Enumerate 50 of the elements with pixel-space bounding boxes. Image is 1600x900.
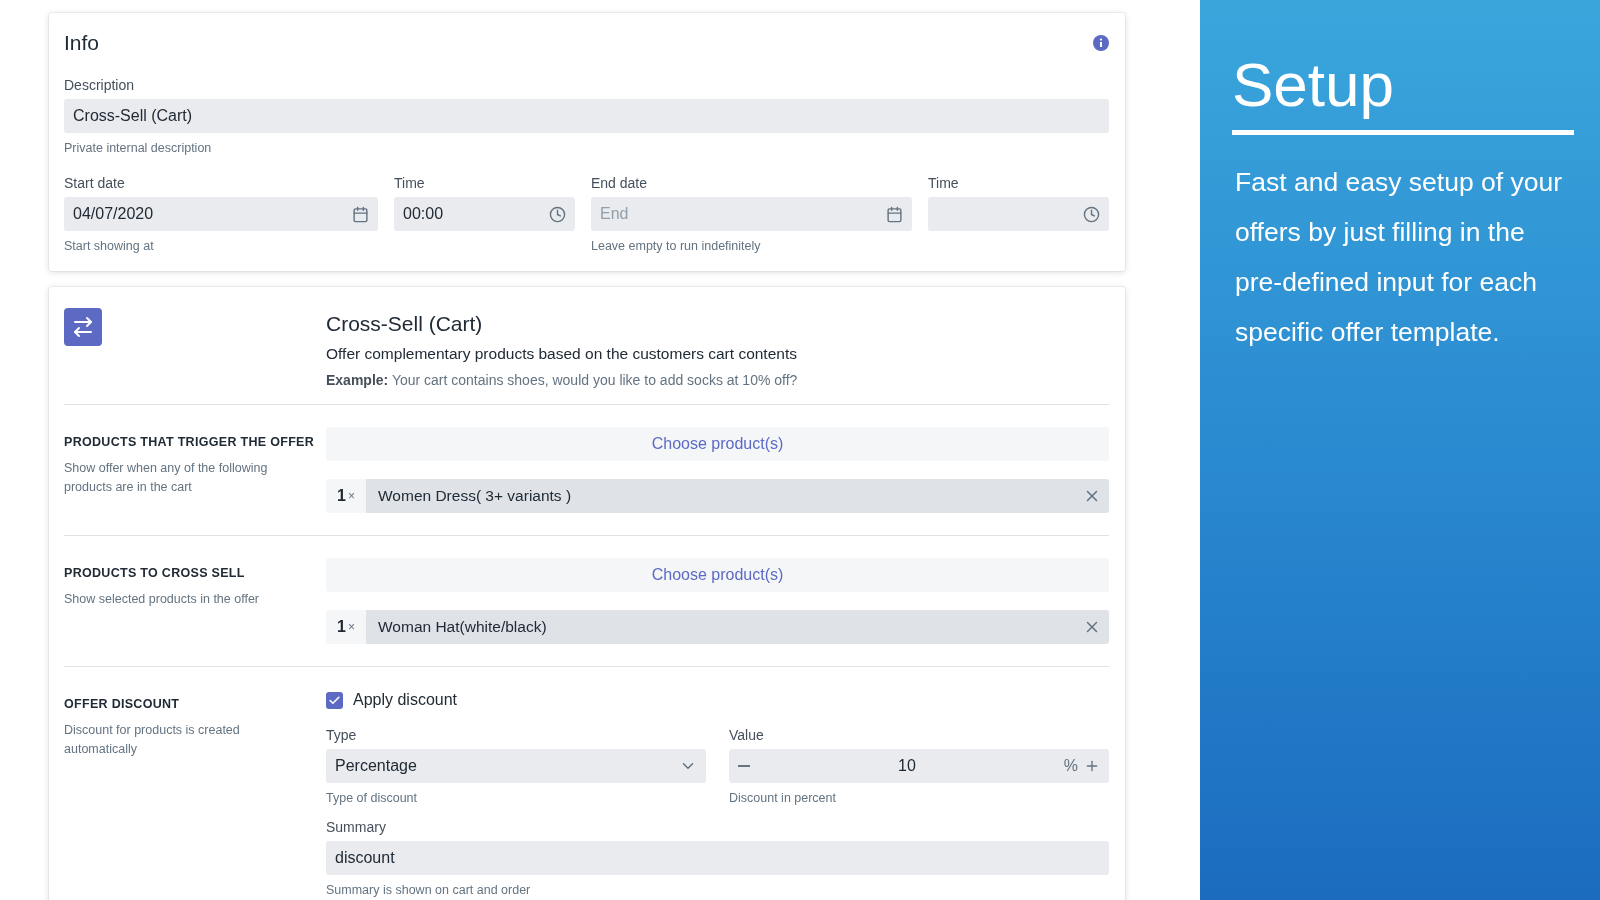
offer-example: Example: Your cart contains shoes, would you like to add socks at 10% off? [326,372,799,388]
checkmark-icon [328,693,341,707]
description-field[interactable]: Cross-Sell (Cart) [64,99,1109,133]
time-field[interactable]: 00:00 [394,197,575,231]
section-description: Show selected products in the offer [64,591,261,608]
promo-text: Fast and easy setup of your offers by just filling in the pre-defined input for each specific offer template. [1235,166,1564,350]
offer-title: Cross-Sell (Cart) [326,312,484,336]
quantity-label: 1× [326,610,366,644]
section-heading: OFFER DISCOUNT [64,697,181,711]
calendar-icon[interactable] [886,205,903,223]
product-item: Women Dress( 3+ variants ) [366,479,1109,513]
field-hint: Summary is shown on cart and order [326,883,532,897]
promo-title: Setup [1232,48,1574,136]
summary-field[interactable]: discount [326,841,1109,875]
type-select[interactable]: Percentage [326,749,706,783]
field-hint: Private internal description [64,141,213,155]
section-heading: PRODUCTS TO CROSS SELL [64,566,246,580]
apply-discount-checkbox[interactable]: Apply discount [326,691,1109,709]
section-description: Show offer when any of the following products are in the cart [64,460,269,496]
card-title: Info [64,31,100,55]
calendar-icon[interactable] [352,205,369,223]
field-label: Value [729,727,765,743]
field-label: Summary [326,819,387,835]
quantity-label: 1× [326,479,366,513]
field-label: Description [64,77,136,93]
field-hint: Type of discount [326,791,419,805]
clock-icon[interactable] [1083,205,1100,223]
clock-icon[interactable] [549,205,566,223]
field-hint: Leave empty to run indefinitely [591,239,762,253]
field-label: Start date [64,175,126,191]
checkbox-label: Apply discount [353,691,458,709]
date-field[interactable]: 04/07/2020 [64,197,378,231]
product-item: Woman Hat(white/black) [366,610,1109,644]
field-hint: Start showing at [64,239,155,253]
section-heading: PRODUCTS THAT TRIGGER THE OFFER [64,435,316,449]
info-icon[interactable] [1093,35,1109,51]
field-label: Type [326,727,358,743]
field-label: End date [591,175,649,191]
plus-icon [1084,758,1100,774]
field-label: Time [394,175,426,191]
field-hint: Discount in percent [729,791,837,805]
choose-products-button[interactable]: Choose product(s) [326,427,1109,461]
section-description: Discount for products is created automatically [64,722,241,758]
offer-description: Offer complementary products based on the customers cart contents [326,345,798,363]
value-stepper[interactable]: 10 % [729,749,1109,783]
time-field[interactable] [928,197,1109,231]
checkbox[interactable] [326,691,343,709]
swap-arrows-icon [64,308,102,346]
choose-products-button[interactable]: Choose product(s) [326,558,1109,592]
field-label: Time [928,175,960,191]
